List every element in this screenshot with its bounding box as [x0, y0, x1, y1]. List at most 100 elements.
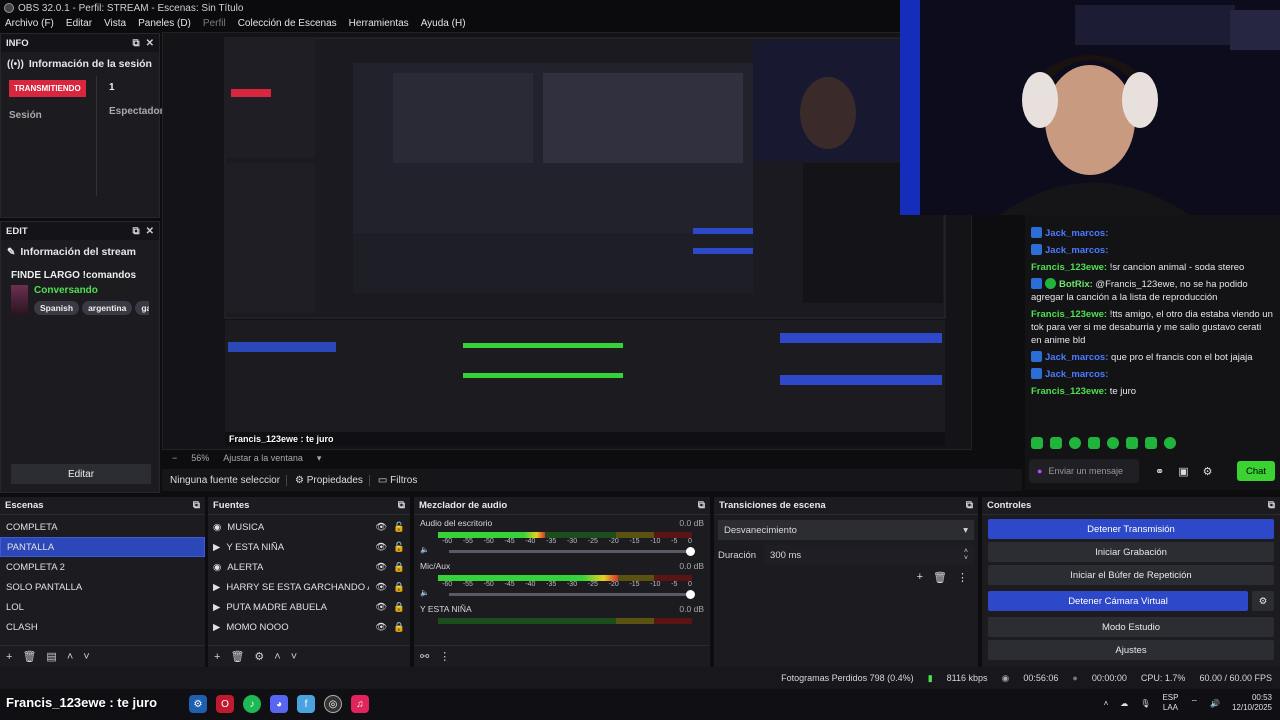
lock-icon[interactable]: 🔓: [393, 522, 405, 533]
eye-icon[interactable]: 👁: [375, 562, 387, 573]
trash-icon[interactable]: 🗑: [230, 650, 244, 663]
scene-item-completa-2[interactable]: COMPLETA 2: [0, 557, 205, 577]
close-icon[interactable]: ✕: [146, 226, 154, 237]
more-icon[interactable]: ⋮: [957, 571, 968, 584]
properties-button[interactable]: ⚙ Propiedades: [286, 474, 363, 486]
float-icon[interactable]: ⧉: [398, 500, 405, 511]
chat-username[interactable]: BotRix:: [1059, 279, 1093, 290]
lock-icon[interactable]: 🔒: [393, 582, 405, 593]
link-icon[interactable]: ⚯: [420, 650, 429, 663]
emote-icon[interactable]: [1107, 437, 1119, 449]
chat-username[interactable]: Francis_123ewe:: [1031, 386, 1107, 397]
chat-send-button[interactable]: Chat: [1237, 461, 1275, 481]
chat-username[interactable]: Francis_123ewe:: [1031, 309, 1107, 320]
chat-username[interactable]: Jack_marcos:: [1045, 369, 1108, 380]
emote-icon[interactable]: [1164, 437, 1176, 449]
filter-icon[interactable]: ▤: [46, 650, 56, 663]
duration-input[interactable]: 300 ms ˄ ˅: [764, 545, 974, 565]
edit-button[interactable]: Editar: [11, 464, 151, 484]
lock-icon[interactable]: 🔒: [393, 562, 405, 573]
float-icon[interactable]: ⧉: [132, 38, 139, 49]
eye-icon[interactable]: 👁: [375, 582, 387, 593]
menu-perfil[interactable]: Perfil: [203, 18, 226, 30]
slider-knob[interactable]: [686, 589, 695, 599]
volume-slider[interactable]: [449, 589, 695, 599]
chat-username[interactable]: Jack_marcos:: [1045, 352, 1108, 363]
discord-icon[interactable]: ◕: [270, 695, 288, 713]
lock-icon[interactable]: 🔓: [393, 542, 405, 553]
trash-icon[interactable]: 🗑: [933, 571, 947, 584]
emote-icon[interactable]: [1145, 437, 1157, 449]
chat-username[interactable]: Jack_marcos:: [1045, 245, 1108, 256]
chevron-down-icon[interactable]: ˅: [291, 651, 297, 663]
float-icon[interactable]: ⧉: [193, 500, 200, 511]
studio-mode-button[interactable]: Modo Estudio: [988, 617, 1274, 637]
stop-virtual-camera-button[interactable]: Detener Cámara Virtual: [988, 591, 1248, 611]
emote-icon[interactable]: [1069, 437, 1081, 449]
zoom-minus-icon[interactable]: −: [172, 453, 177, 463]
volume-icon[interactable]: 🔊: [1210, 699, 1220, 708]
float-icon[interactable]: ⧉: [966, 500, 973, 511]
stop-streaming-button[interactable]: Detener Transmisión: [988, 519, 1274, 539]
clock-time[interactable]: 00:53: [1252, 693, 1272, 702]
menu-herramientas[interactable]: Herramientas: [349, 18, 409, 30]
menu-vista[interactable]: Vista: [104, 18, 126, 30]
mic-icon[interactable]: 🎙: [1140, 699, 1150, 708]
menu-coleccion[interactable]: Colección de Escenas: [238, 18, 337, 30]
network-icon[interactable]: ☁: [1120, 699, 1128, 708]
connections-icon[interactable]: ⚭: [1155, 465, 1164, 478]
source-item[interactable]: ▶ Y ESTA NIÑA 👁 🔓: [208, 537, 410, 557]
close-icon[interactable]: ✕: [146, 38, 154, 49]
opera-icon[interactable]: O: [216, 695, 234, 713]
steam-icon[interactable]: ⚙: [189, 695, 207, 713]
scene-item-lol[interactable]: LOL: [0, 597, 205, 617]
eye-icon[interactable]: 👁: [375, 522, 387, 533]
tray-chevron-icon[interactable]: ˄: [1104, 699, 1109, 708]
obs-icon[interactable]: ◎: [324, 695, 342, 713]
chevron-up-icon[interactable]: ˄: [67, 651, 73, 663]
emote-icon[interactable]: [1088, 437, 1100, 449]
spinner-icon[interactable]: ˄ ˅: [964, 548, 968, 562]
scene-item-completa[interactable]: COMPLETA: [0, 517, 205, 537]
scene-item-pantalla[interactable]: PANTALLA: [0, 537, 205, 557]
lock-icon[interactable]: 🔒: [393, 602, 405, 613]
float-icon[interactable]: ⧉: [1268, 500, 1275, 511]
spotify-icon[interactable]: ♪: [243, 695, 261, 713]
menu-paneles[interactable]: Paneles (D): [138, 18, 191, 30]
transition-select[interactable]: Desvanecimiento ▾: [718, 520, 974, 540]
menu-ayuda[interactable]: Ayuda (H): [421, 18, 466, 30]
float-icon[interactable]: ⧉: [132, 226, 139, 237]
emote-icon[interactable]: [1050, 437, 1062, 449]
start-recording-button[interactable]: Iniciar Grabación: [988, 542, 1274, 562]
language[interactable]: ESP: [1162, 693, 1178, 702]
scene-item-solo-pantalla[interactable]: SOLO PANTALLA: [0, 577, 205, 597]
chevron-up-icon[interactable]: ˄: [274, 651, 280, 663]
eye-icon[interactable]: 👁: [375, 542, 387, 553]
store-icon[interactable]: ▣: [1178, 465, 1188, 478]
menu-editar[interactable]: Editar: [66, 18, 92, 30]
eye-icon[interactable]: 👁: [375, 622, 387, 633]
emote-icon[interactable]: [1031, 437, 1043, 449]
chevron-down-icon[interactable]: ˅: [83, 651, 89, 663]
settings-icon[interactable]: ⚙: [1203, 465, 1213, 478]
start-replay-buffer-button[interactable]: Iniciar el Búfer de Repetición: [988, 565, 1274, 585]
chevron-down-icon[interactable]: ▾: [317, 453, 322, 464]
files-icon[interactable]: f: [297, 695, 315, 713]
slider-knob[interactable]: [686, 546, 695, 556]
eye-icon[interactable]: 👁: [375, 602, 387, 613]
source-item[interactable]: ◉ ALERTA 👁 🔒: [208, 557, 410, 577]
source-item[interactable]: ▶ PUTA MADRE ABUELA 👁 🔒: [208, 597, 410, 617]
source-item[interactable]: ▶ MOMO NOOO 👁 🔒: [208, 617, 410, 637]
chat-input[interactable]: ● Enviar un mensaje: [1029, 459, 1139, 483]
add-icon[interactable]: +: [6, 651, 12, 663]
settings-button[interactable]: Ajustes: [988, 640, 1274, 660]
chat-username[interactable]: Jack_marcos:: [1045, 228, 1108, 239]
speaker-icon[interactable]: 🔈: [420, 545, 429, 554]
scene-item-clash[interactable]: CLASH: [0, 617, 205, 637]
gear-icon[interactable]: ⚙: [254, 650, 264, 663]
microphone-icon[interactable]: ●: [1037, 466, 1042, 476]
add-icon[interactable]: +: [214, 651, 220, 663]
menu-archivo[interactable]: Archivo (F): [5, 18, 54, 30]
float-icon[interactable]: ⧉: [698, 500, 705, 511]
chat-username[interactable]: Francis_123ewe:: [1031, 262, 1107, 273]
